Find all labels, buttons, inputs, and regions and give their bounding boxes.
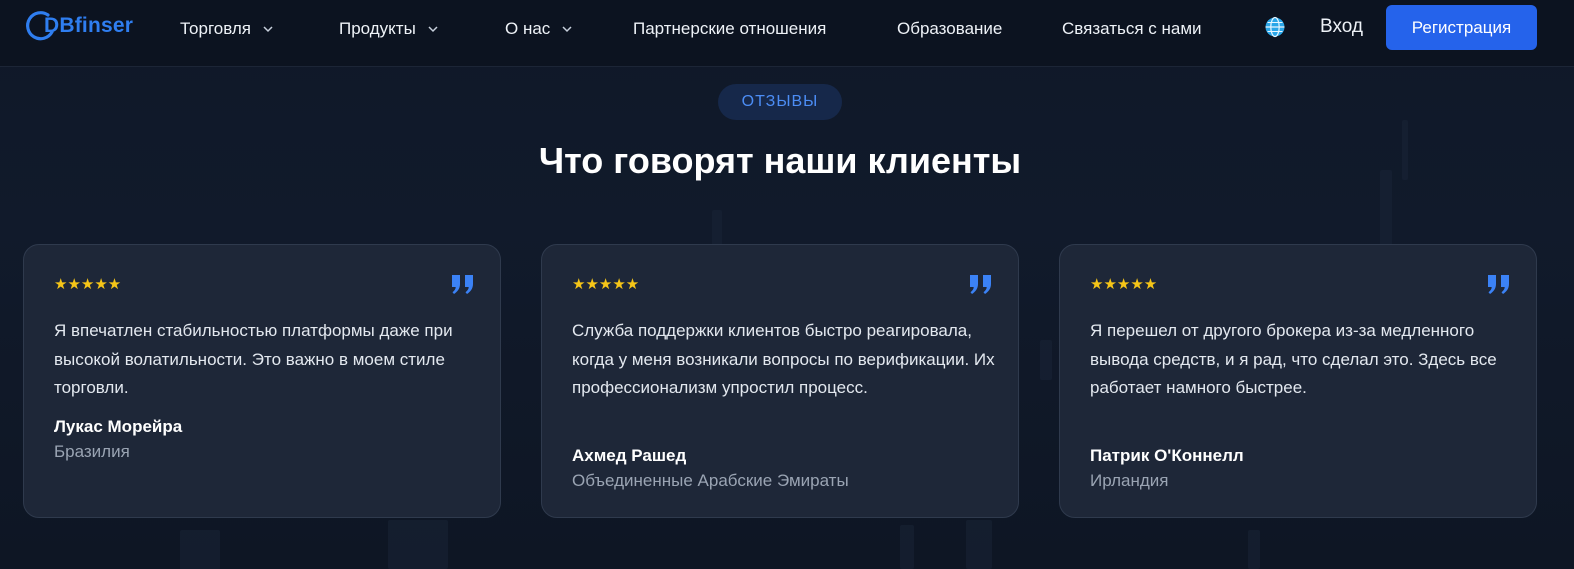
nav-item-contact[interactable]: Связаться с нами — [1062, 17, 1202, 41]
rating-stars: ★★★★★ — [54, 276, 122, 293]
testimonial-card: ★★★★★ Я впечатлен стабильностью платформ… — [23, 244, 501, 518]
nav-item-partners[interactable]: Партнерские отношения — [633, 17, 826, 41]
nav-item-products[interactable]: Продукты — [339, 17, 438, 41]
quote-icon — [1488, 275, 1509, 294]
nav-item-label: Связаться с нами — [1062, 19, 1202, 38]
page: DBfinser Торговля Продукты О нас Партнер… — [0, 0, 1574, 569]
nav-item-about[interactable]: О нас — [505, 17, 572, 41]
brand-logo[interactable]: DBfinser — [24, 8, 133, 44]
testimonial-card: ★★★★★ Служба поддержки клиентов быстро р… — [541, 244, 1019, 518]
testimonial-card: ★★★★★ Я перешел от другого брокера из-за… — [1059, 244, 1537, 518]
nav-item-label: О нас — [505, 19, 551, 38]
nav-item-label: Образование — [897, 19, 1003, 38]
section-title: Что говорят наши клиенты — [538, 140, 1022, 181]
quote-icon — [970, 275, 991, 294]
register-button[interactable]: Регистрация — [1386, 5, 1537, 50]
testimonial-author: Патрик О'Коннелл — [1090, 446, 1244, 465]
testimonial-text: Я перешел от другого брокера из-за медле… — [1090, 321, 1497, 397]
nav-item-label: Партнерские отношения — [633, 19, 827, 38]
testimonial-country: Ирландия — [1090, 471, 1169, 490]
testimonial-country: Объединенные Арабские Эмираты — [572, 471, 849, 490]
chevron-down-icon — [428, 26, 438, 33]
testimonial-country: Бразилия — [54, 442, 130, 461]
testimonial-text: Я впечатлен стабильностью платформы даже… — [54, 321, 453, 397]
globe-icon[interactable] — [1264, 16, 1286, 38]
login-link[interactable]: Вход — [1320, 16, 1363, 38]
nav-item-education[interactable]: Образование — [897, 17, 1002, 41]
nav-item-label: Продукты — [339, 19, 416, 38]
rating-stars: ★★★★★ — [572, 276, 640, 293]
nav-item-trading[interactable]: Торговля — [180, 17, 273, 41]
testimonial-author: Ахмед Рашед — [572, 446, 687, 465]
logo-swoosh-icon — [26, 11, 54, 41]
testimonial-text: Служба поддержки клиентов быстро реагиро… — [572, 321, 995, 397]
nav-item-label: Торговля — [180, 19, 252, 38]
testimonial-author: Лукас Морейра — [54, 417, 183, 436]
chevron-down-icon — [562, 26, 572, 33]
top-navbar: DBfinser Торговля Продукты О нас Партнер… — [0, 0, 1574, 67]
quote-icon — [452, 275, 473, 294]
logo-text: DBfinser — [44, 14, 134, 37]
rating-stars: ★★★★★ — [1090, 276, 1158, 293]
section-badge: ОТЗЫВЫ — [718, 84, 842, 120]
chevron-down-icon — [263, 26, 273, 33]
